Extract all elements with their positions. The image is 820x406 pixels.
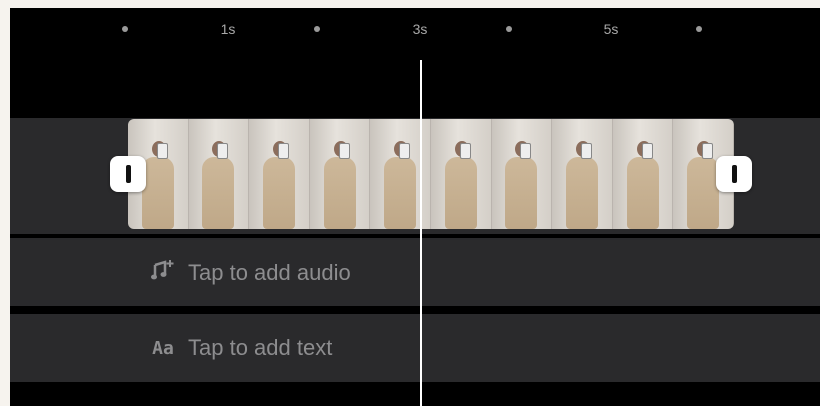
ruler-label-1s: 1s <box>220 21 236 37</box>
grip-icon <box>125 165 131 183</box>
add-text-label: Tap to add text <box>188 335 333 360</box>
clip-thumbnail <box>309 119 371 229</box>
person-figure <box>202 141 235 229</box>
ruler-label-3s: 3s <box>412 21 428 37</box>
text-track[interactable]: Aa Tap to add text <box>10 314 820 382</box>
clip-thumbnail <box>612 119 674 229</box>
trim-handle-left[interactable] <box>110 156 146 192</box>
grip-icon <box>731 165 737 183</box>
playhead[interactable] <box>420 60 422 406</box>
person-figure <box>505 141 538 229</box>
ruler-label-5s: 5s <box>603 21 619 37</box>
clip-thumbnail <box>249 119 310 229</box>
ruler-dot <box>696 26 702 32</box>
person-figure <box>384 141 417 229</box>
ruler-dot <box>314 26 320 32</box>
person-figure <box>626 141 659 229</box>
person-figure <box>444 141 477 229</box>
audio-track[interactable]: Tap to add audio <box>10 238 820 306</box>
add-audio-button[interactable]: Tap to add audio <box>150 259 351 287</box>
clip-thumbnail <box>491 119 553 229</box>
music-note-add-icon <box>150 259 176 287</box>
add-text-button[interactable]: Aa Tap to add text <box>150 335 332 361</box>
person-figure <box>687 141 720 229</box>
video-editor: 1s 3s 5s Tap to add audio Aa Tap to add … <box>10 8 820 406</box>
person-figure <box>141 141 174 229</box>
clip-thumbnail <box>188 119 250 229</box>
text-aa-icon: Aa <box>152 337 174 359</box>
ruler-dot <box>506 26 512 32</box>
person-figure <box>565 141 598 229</box>
add-audio-label: Tap to add audio <box>188 260 351 285</box>
clip-thumbnail <box>430 119 492 229</box>
trim-handle-right[interactable] <box>716 156 752 192</box>
clip-thumbnail <box>552 119 613 229</box>
video-clip-thumbnails[interactable] <box>128 119 734 229</box>
person-figure <box>262 141 295 229</box>
ruler-dot <box>122 26 128 32</box>
person-figure <box>323 141 356 229</box>
time-ruler[interactable]: 1s 3s 5s <box>10 8 820 58</box>
